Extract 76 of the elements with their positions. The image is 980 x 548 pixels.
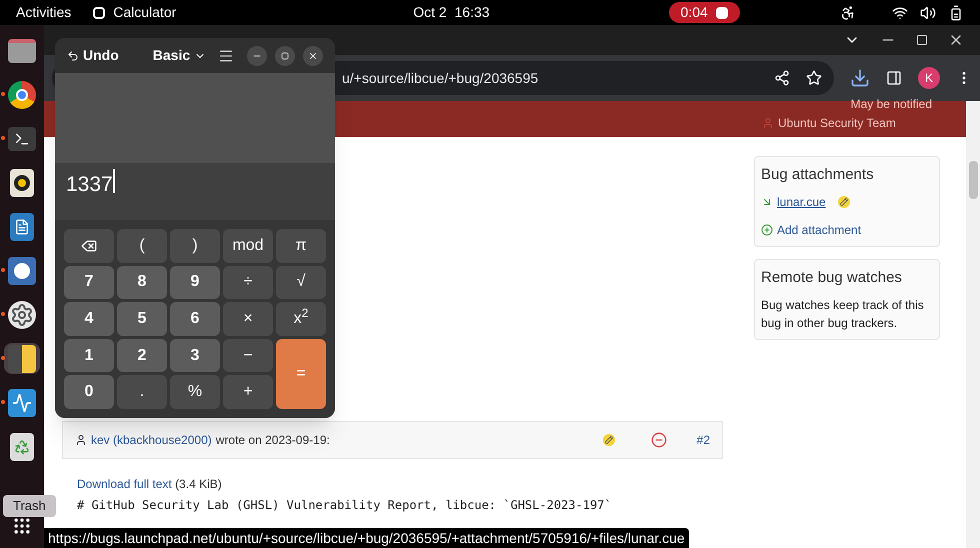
running-indicator [1,136,5,140]
team-name[interactable]: Ubuntu Security Team [778,114,896,132]
digit-button[interactable]: 7 [64,266,114,300]
operator-button[interactable]: π [276,229,326,263]
trash-tooltip: Trash [3,495,56,516]
digit-button[interactable]: 4 [64,302,114,336]
operator-button[interactable]: − [223,338,273,372]
digit-button[interactable]: 5 [117,302,167,336]
card-description: Bug watches keep track of this bug in other bug trackers. [761,297,925,332]
accessibility-icon[interactable] [840,4,856,20]
attachment-link[interactable]: lunar.cue [777,192,826,210]
digit-button[interactable]: 9 [170,266,220,300]
app-icon [93,6,106,18]
bookmark-star-icon[interactable] [806,70,822,86]
running-indicator [1,356,5,360]
recording-indicator[interactable]: 0:04 [668,2,740,23]
maximize-button[interactable] [275,46,295,66]
url-text: u/+source/libcue/+bug/2036595 [342,68,540,88]
trash-icon[interactable] [10,432,34,460]
side-panel-icon[interactable] [886,70,902,86]
undo-icon [67,50,79,62]
digit-button[interactable]: 8 [117,266,167,300]
running-indicator [1,312,5,316]
user-icon [75,434,87,446]
add-attachment-link[interactable]: Add attachment [777,220,862,238]
operator-button[interactable]: x$^{2}$ [276,302,326,336]
running-indicator [1,268,5,272]
operator-button[interactable]: √ [276,266,326,300]
digit-button[interactable]: 1 [64,338,114,372]
card-title: Bug attachments [761,165,875,185]
clock[interactable]: Oct 2 16:33 [413,2,490,23]
share-icon[interactable] [774,70,790,86]
comment-number-link[interactable]: #2 [696,431,710,449]
speaker-icon[interactable] [10,168,34,196]
file-size: (3.4 KiB) [175,477,222,491]
close-button[interactable] [303,46,323,66]
status-url: https://bugs.launchpad.net/ubuntu/+source/libcue/+bug/2036595/+attachment/5705916/+files/lunar.cue [44,528,689,548]
notify-heading: May be notified [850,96,932,113]
add-icon[interactable] [761,224,773,236]
menu-icon[interactable] [218,48,234,64]
download-icon[interactable] [850,68,870,88]
download-link[interactable]: Download full text [77,477,172,491]
operator-button[interactable]: ) [170,229,220,263]
operator-button[interactable]: ÷ [223,266,273,300]
backspace-button[interactable] [64,229,114,263]
document-icon[interactable] [10,212,34,240]
volume-icon[interactable] [920,4,936,20]
card-title: Remote bug watches [761,268,903,288]
operator-button[interactable]: mod [223,229,273,263]
profile-avatar[interactable]: K [918,67,940,89]
digit-button[interactable]: 3 [170,338,220,372]
operator-button[interactable]: × [223,302,273,336]
digit-button[interactable]: 2 [117,338,167,372]
team-icon [762,117,774,129]
activities-button[interactable]: Activities [16,2,72,23]
edit-icon[interactable] [838,196,850,208]
app-name[interactable]: Calculator [113,2,176,23]
operator-button[interactable]: + [223,375,273,409]
display-field[interactable]: 1337 [55,163,335,220]
running-indicator [1,92,5,96]
scrollbar-thumb[interactable] [968,161,978,199]
wifi-icon[interactable] [892,4,908,20]
edit-icon[interactable] [602,434,615,446]
remove-icon[interactable] [650,432,667,448]
operator-button[interactable]: . [117,375,167,409]
digit-button[interactable]: 0 [64,375,114,409]
operator-button[interactable]: % [170,375,220,409]
running-indicator [1,400,5,404]
operator-button[interactable]: ( [117,229,167,263]
author-link[interactable]: kev (kbackhouse2000) [91,431,212,449]
comment-date: wrote on 2023-09-19: [216,432,330,449]
backspace-icon [81,238,97,254]
digit-button[interactable]: 6 [170,302,220,336]
app-grid-icon[interactable] [12,516,32,536]
report-heading: # GitHub Security Lab (GHSL) Vulnerability Report, libcue: `GHSL-2023-197` [77,497,613,514]
maximize-icon[interactable] [916,34,928,46]
